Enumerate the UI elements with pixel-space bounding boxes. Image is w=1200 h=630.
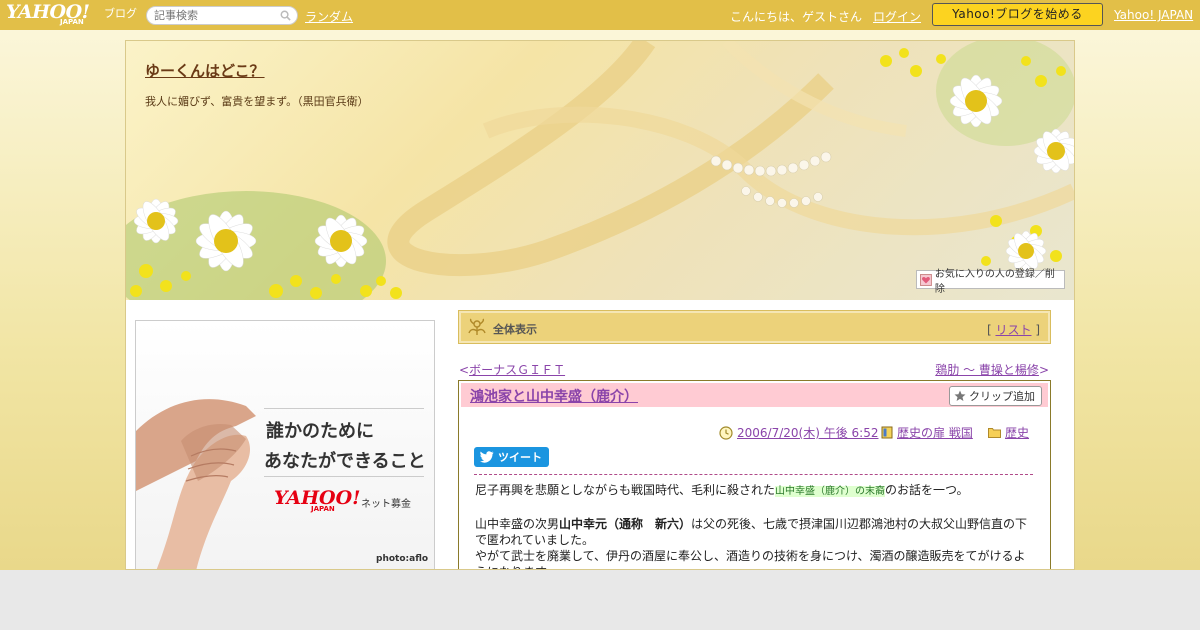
article-paragraph-1: 尼子再興を悲願としながらも戦国時代、毛利に殺された山中幸盛（鹿介）の末裔のお話を… [475, 482, 1031, 500]
tweet-button-label: ツイート [498, 451, 542, 464]
article-category-link[interactable]: 歴史の扉 戦国 [897, 424, 973, 441]
favorite-register-button[interactable]: お気に入りの人の登録／削除 [916, 269, 1065, 295]
star-icon [954, 390, 966, 401]
heart-icon [920, 273, 932, 286]
logo-blog-text: ブログ [104, 7, 137, 20]
blog-container: ゆーくんはどこ？ 我人に媚びず、富貴を望まず。（黒田官兵衛） お気に入りの人の登… [125, 40, 1075, 570]
search-icon[interactable] [280, 10, 291, 21]
twitter-bird-icon [480, 451, 494, 463]
article-divider [474, 474, 1033, 475]
article-category: 歴史の扉 戦国 [881, 424, 973, 441]
prev-article-link[interactable]: ボーナスＧＩＦＴ [469, 363, 565, 377]
view-mode-bar: 全体表示 [ リスト ] [458, 310, 1051, 344]
sidebar-ad-banner[interactable]: 誰かのために あなたができること YAHOO! JAPAN ネット募金 phot… [135, 320, 435, 569]
random-link[interactable]: ランダム [305, 8, 353, 25]
article-title[interactable]: 鴻池家と山中幸盛（鹿介） [470, 386, 638, 406]
list-bracket-close: ] [1031, 323, 1040, 337]
ad-service-name: ネット募金 [361, 499, 411, 510]
folder-icon [988, 428, 1001, 438]
clock-icon [719, 425, 733, 440]
yahoo-blog-logo[interactable]: YAHOO! JAPAN ブログ [6, 1, 142, 28]
ad-headline-2: あなたができること [264, 451, 426, 472]
favorite-button-label: お気に入りの人の登録／削除 [934, 268, 1055, 295]
article-body: 尼子再興を悲願としながらも戦国時代、毛利に殺された山中幸盛（鹿介）の末裔のお話を… [475, 482, 1031, 569]
ad-headline-1: 誰かのために [266, 421, 374, 442]
blog-subtitle: 我人に媚びず、富貴を望まず。（黒田官兵衛） [145, 95, 369, 108]
yahoo-japan-link[interactable]: Yahoo! JAPAN [1114, 8, 1193, 22]
next-article-nav: 鶏肋 ～ 曹操と楊修> [935, 361, 1049, 378]
bottom-strip [0, 570, 1200, 630]
view-mode-label: 全体表示 [493, 323, 537, 336]
next-article-link[interactable]: 鶏肋 ～ 曹操と楊修 [935, 363, 1039, 377]
login-link[interactable]: ログイン [873, 8, 921, 25]
article-date: 2006/7/20(木) 午後 6:52 [719, 424, 878, 441]
next-arrow: > [1038, 363, 1049, 377]
paragraph-1-text-b: のお話を一つ。 [885, 483, 969, 497]
blog-header-banner: ゆーくんはどこ？ 我人に媚びず、富貴を望まず。（黒田官兵衛） お気に入りの人の登… [126, 41, 1074, 300]
ad-divider-top [264, 408, 424, 409]
ad-divider-bottom [264, 476, 424, 477]
flowers-ribbon-illustration [126, 41, 1074, 300]
book-icon [881, 426, 893, 439]
ad-yahoo-japan-text: JAPAN [311, 505, 335, 513]
paragraph-2-text-a: 山中幸盛の次男 [475, 517, 560, 531]
clip-add-button[interactable]: クリップ追加 [949, 386, 1042, 406]
article-folder-link[interactable]: 歴史 [1005, 424, 1029, 441]
list-view-link[interactable]: リスト [995, 323, 1031, 337]
start-blog-button[interactable]: Yahoo!ブログを始める [932, 3, 1103, 26]
article-header: 鴻池家と山中幸盛（鹿介） クリップ追加 [461, 383, 1048, 407]
search-input[interactable] [146, 6, 298, 25]
list-view-control: [ リスト ] [987, 321, 1040, 338]
top-bar: YAHOO! JAPAN ブログ ランダム こんにちは、ゲストさん ログイン Y… [0, 0, 1200, 30]
ad-photo-credit: photo:aflo [376, 554, 429, 564]
prev-article-nav: <ボーナスＧＩＦＴ [459, 361, 565, 378]
greeting-text: こんにちは、ゲストさん [730, 10, 863, 24]
article-entry: 鴻池家と山中幸盛（鹿介） クリップ追加 2006/7/20(木) 午後 6:52… [458, 380, 1051, 569]
holding-hands-image [136, 399, 256, 569]
paragraph-1-text-a: 尼子再興を悲願としながらも戦国時代、毛利に殺された [475, 483, 776, 497]
bold-name: 山中幸元（通称 新六） [559, 517, 692, 531]
article-folder: 歴史 [988, 424, 1029, 441]
prev-arrow: < [459, 363, 470, 377]
article-paragraph-2: 山中幸盛の次男山中幸元（通称 新六）は父の死後、七歳で摂津国川辺郡鴻池村の大叔父… [475, 516, 1031, 548]
logo-japan-text: JAPAN [60, 18, 84, 26]
article-date-link[interactable]: 2006/7/20(木) 午後 6:52 [737, 424, 878, 441]
clip-button-label: クリップ追加 [969, 390, 1035, 403]
blog-title[interactable]: ゆーくんはどこ？ [145, 60, 265, 81]
highlighted-phrase: 山中幸盛（鹿介）の末裔 [775, 486, 886, 497]
tweet-button[interactable]: ツイート [474, 447, 549, 467]
flower-ornament-icon [468, 318, 486, 335]
article-paragraph-3: やがて武士を廃業して、伊丹の酒屋に奉公し、酒造りの技術を身につけ、濁酒の醸造販売… [475, 549, 1026, 569]
